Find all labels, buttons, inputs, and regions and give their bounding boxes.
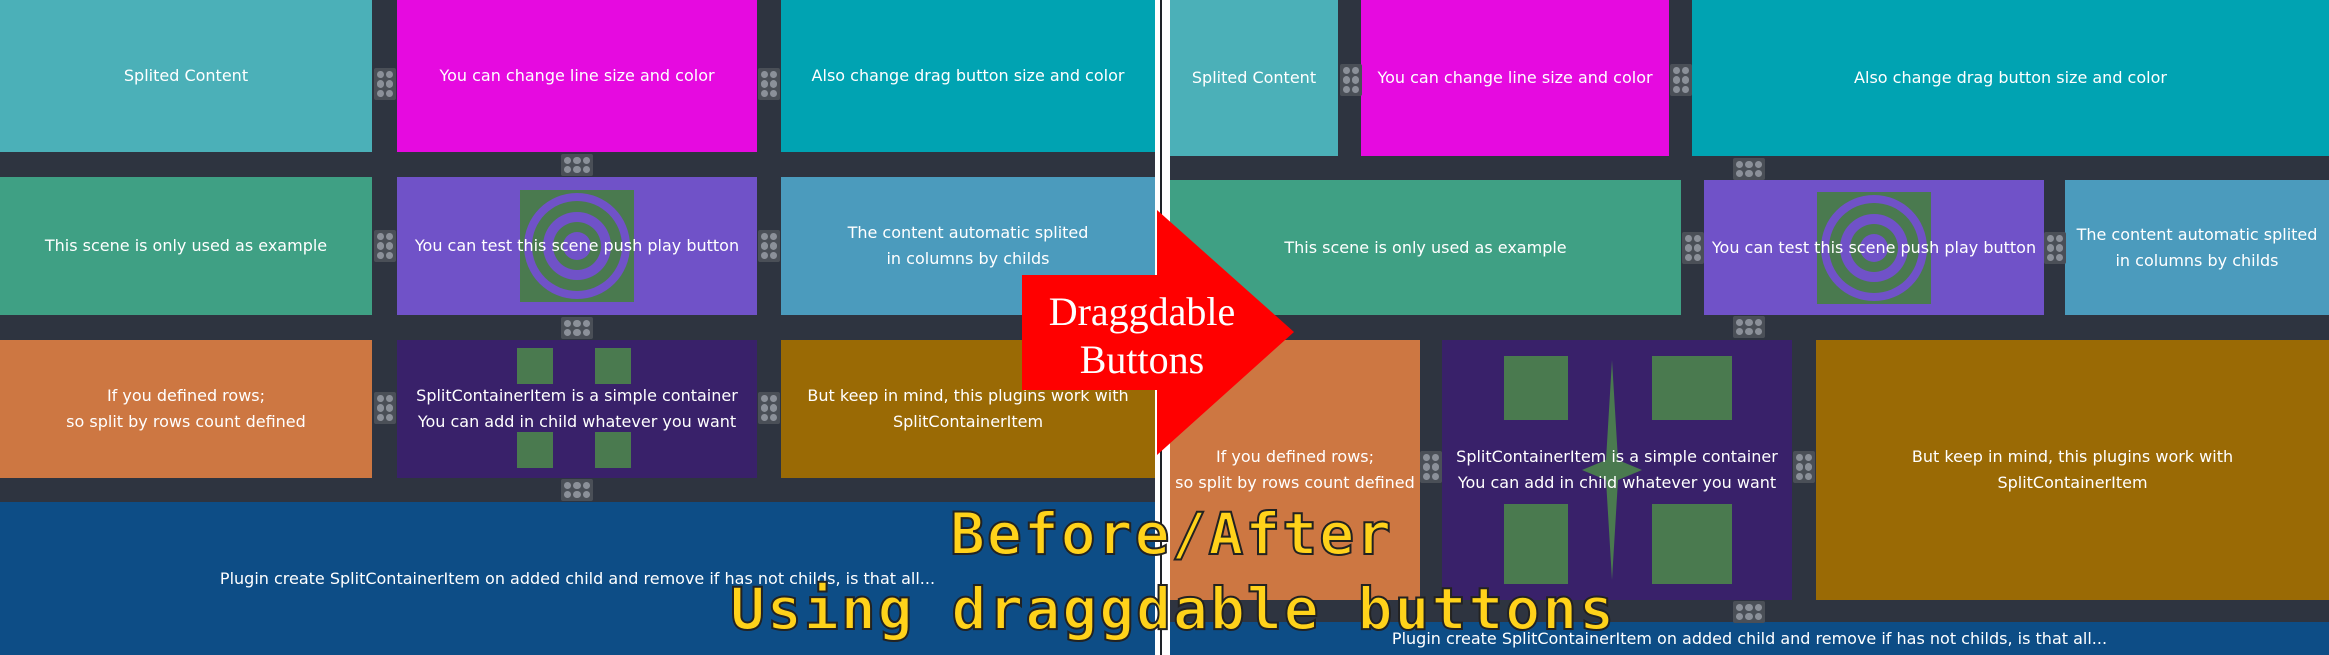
cell-label: Splited Content: [123, 66, 249, 85]
cell-label: This scene is only used as example: [1284, 237, 1567, 257]
arrow-right-icon: Draggdable Buttons: [1022, 210, 1294, 455]
drag-handle-vertical[interactable]: [2044, 232, 2066, 264]
cell-label-line2: so split by rows count defined: [66, 412, 306, 431]
cell-auto-split: The content automatic splited in columns…: [2065, 180, 2329, 315]
drag-handle-vertical[interactable]: [758, 392, 780, 424]
cell-drag-button: Also change drag button size and color: [781, 0, 1155, 152]
cell-split-container-item: SplitContainerItem is a simple container…: [1442, 340, 1792, 600]
cell-label-line2: so split by rows count defined: [1175, 473, 1415, 492]
cell-line-size: You can change line size and color: [397, 0, 757, 152]
cell-label: You can test this scene push play button: [1711, 237, 2037, 257]
cell-label: Also change drag button size and color: [811, 66, 1125, 85]
cell-splited-content: Splited Content: [0, 0, 372, 152]
drag-handle-vertical[interactable]: [1420, 451, 1442, 483]
four-squares-icon: [517, 348, 553, 384]
caption-before-after: Before/After: [949, 499, 1394, 569]
cell-drag-button: Also change drag button size and color: [1692, 0, 2329, 156]
drag-handle-vertical[interactable]: [1793, 451, 1815, 483]
cell-label: The content automatic splited in columns…: [2077, 222, 2318, 274]
four-squares-icon: [1652, 504, 1732, 584]
cell-label: You can change line size and color: [1377, 68, 1653, 87]
cell-splited-content: Splited Content: [1170, 0, 1338, 156]
arrow-label-line1: Draggdable: [1049, 289, 1236, 334]
four-squares-icon: [1652, 356, 1732, 420]
cell-scene-example: This scene is only used as example: [0, 177, 372, 315]
arrow-label-line2: Buttons: [1080, 337, 1204, 382]
cell-label: You can change line size and color: [439, 66, 715, 85]
cell-label-line1: The content automatic splited: [2076, 224, 2318, 244]
drag-handle-horizontal[interactable]: [561, 154, 593, 176]
four-squares-icon: [595, 348, 631, 384]
caption-using-buttons: Using draggdable buttons: [729, 574, 1617, 644]
drag-handle-horizontal[interactable]: [1733, 316, 1765, 338]
drag-handle-horizontal[interactable]: [561, 479, 593, 501]
cell-label: Also change drag button size and color: [1854, 68, 2167, 87]
drag-handle-horizontal[interactable]: [1733, 601, 1765, 623]
cell-label: If you defined rows; so split by rows co…: [66, 383, 306, 435]
four-squares-icon: [1504, 356, 1568, 420]
cell-label-line1: If you defined rows;: [106, 386, 266, 405]
drag-handle-vertical[interactable]: [1340, 64, 1362, 96]
four-squares-icon: [517, 432, 553, 468]
cell-label: Splited Content: [1191, 68, 1317, 87]
drag-handle-vertical[interactable]: [374, 392, 396, 424]
cell-label: SplitContainerItem is a simple container…: [416, 383, 738, 435]
cell-label: SplitContainerItem is a simple container…: [1456, 444, 1778, 496]
drag-handle-horizontal[interactable]: [1733, 158, 1765, 180]
cell-label: But keep in mind, this plugins work with…: [1912, 444, 2233, 496]
four-squares-icon: [1504, 504, 1568, 584]
drag-handle-vertical[interactable]: [1682, 232, 1704, 264]
cell-label-line2: in columns by childs: [2115, 250, 2279, 270]
cell-test-scene: You can test this scene push play button: [1704, 180, 2044, 315]
cell-split-container-item: SplitContainerItem is a simple container…: [397, 340, 757, 478]
drag-handle-horizontal[interactable]: [561, 317, 593, 339]
drag-handle-vertical[interactable]: [758, 230, 780, 262]
drag-handle-vertical[interactable]: [1670, 64, 1692, 96]
drag-handle-vertical[interactable]: [758, 68, 780, 100]
cell-label-line2: You can add in child whatever you want: [1457, 473, 1777, 492]
cell-label: This scene is only used as example: [44, 236, 328, 255]
cell-label: You can test this scene push play button: [414, 236, 740, 255]
cell-rows-defined: If you defined rows; so split by rows co…: [0, 340, 372, 478]
drag-handle-vertical[interactable]: [374, 230, 396, 262]
four-squares-icon: [595, 432, 631, 468]
cell-test-scene: You can test this scene push play button: [397, 177, 757, 315]
cell-label-line1: SplitContainerItem is a simple container: [416, 386, 738, 405]
cell-label-line2: SplitContainerItem: [1997, 473, 2148, 492]
cell-line-size: You can change line size and color: [1361, 0, 1669, 156]
drag-handle-vertical[interactable]: [374, 68, 396, 100]
cell-keep-in-mind: But keep in mind, this plugins work with…: [1816, 340, 2329, 600]
cell-label-line2: You can add in child whatever you want: [417, 412, 737, 431]
cell-label-line2: SplitContainerItem: [892, 412, 1044, 431]
cell-label-line1: SplitContainerItem is a simple container: [1456, 447, 1778, 466]
cell-label-line1: But keep in mind, this plugins work with: [1911, 447, 2234, 466]
